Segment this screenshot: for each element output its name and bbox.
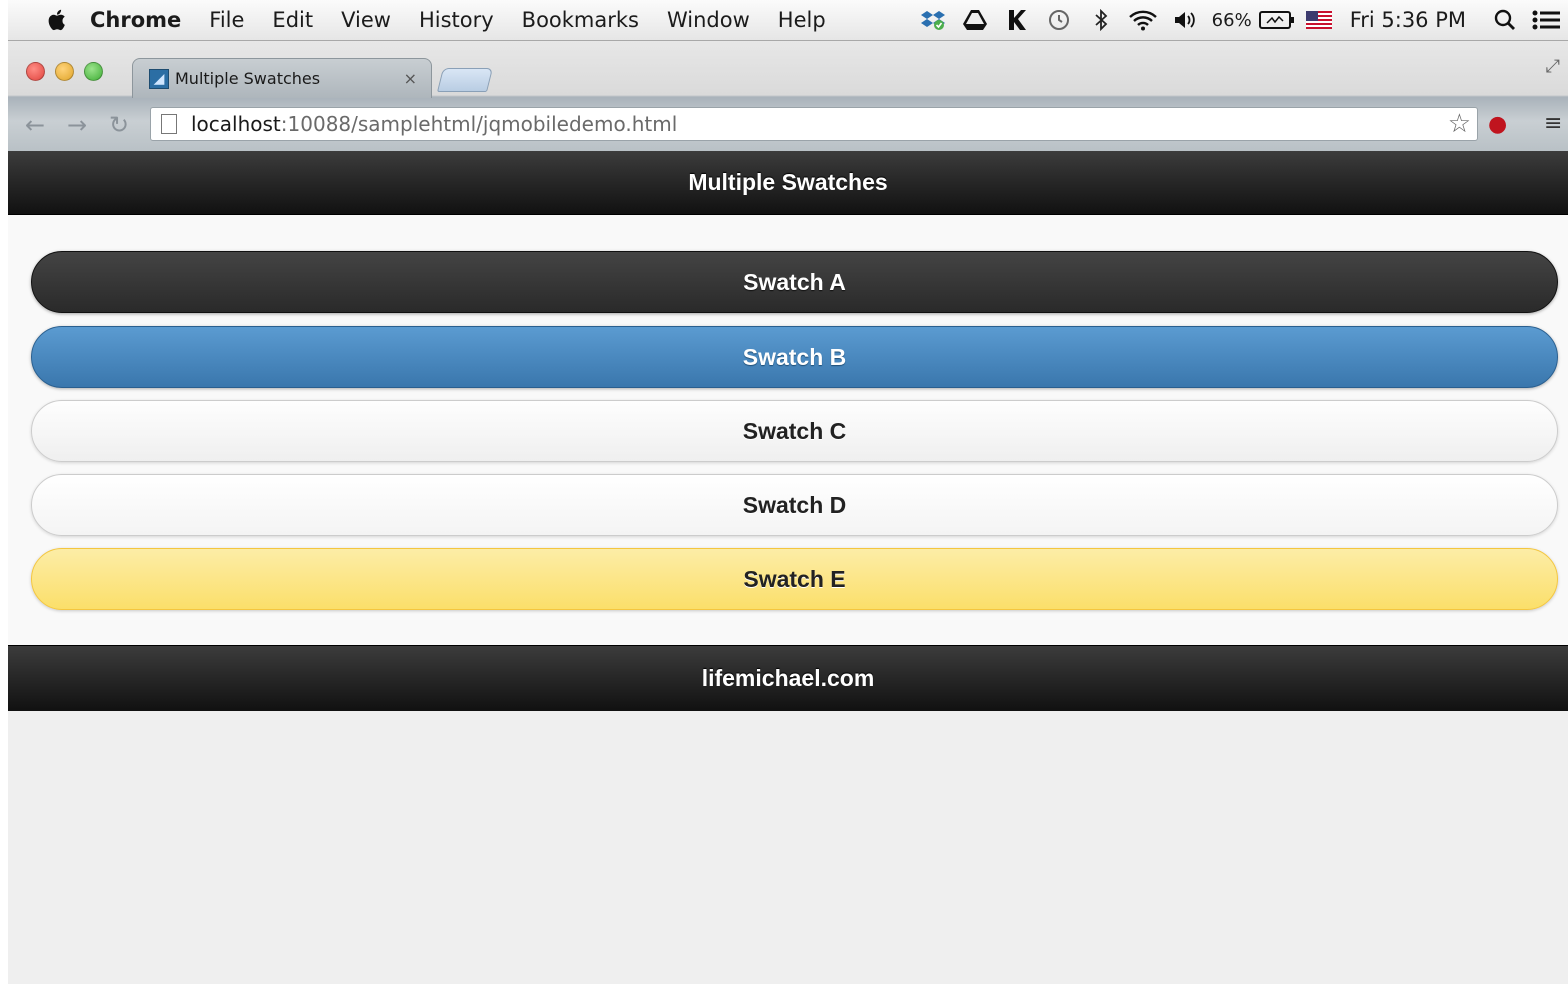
tab-close-icon[interactable]: ×: [404, 69, 417, 88]
browser-toolbar: ← → ↻ localhost:10088/samplehtml/jqmobil…: [8, 99, 1568, 151]
spotlight-search-icon[interactable]: [1484, 9, 1526, 31]
swatch-e-button[interactable]: Swatch E: [31, 548, 1558, 610]
bluetooth-icon[interactable]: [1080, 9, 1122, 31]
back-icon[interactable]: ←: [14, 111, 56, 139]
window-controls: [26, 62, 103, 81]
page-icon: [161, 114, 177, 134]
footer-text: lifemichael.com: [701, 665, 875, 691]
window-close-button[interactable]: [26, 62, 45, 81]
page-footer: lifemichael.com: [8, 645, 1568, 711]
reload-icon[interactable]: ↻: [98, 111, 140, 139]
apple-icon[interactable]: [34, 8, 82, 32]
clock[interactable]: Fri 5:36 PM: [1350, 8, 1466, 32]
us-flag-icon[interactable]: [1298, 11, 1340, 29]
menu-chrome[interactable]: Chrome: [82, 8, 195, 32]
new-tab-button[interactable]: [437, 68, 493, 92]
page-viewport: Multiple Swatches Swatch A Swatch B Swat…: [8, 151, 1568, 984]
battery-percent: 66%: [1211, 9, 1252, 31]
swatch-c-button[interactable]: Swatch C: [31, 400, 1558, 462]
google-drive-icon[interactable]: [954, 9, 996, 31]
menu-history[interactable]: History: [405, 8, 508, 32]
extension-icon[interactable]: ●: [1488, 112, 1507, 137]
dropbox-icon[interactable]: [912, 9, 954, 31]
window-zoom-button[interactable]: [84, 62, 103, 81]
volume-icon[interactable]: [1164, 9, 1206, 31]
k-app-icon[interactable]: [996, 9, 1038, 31]
page-title: Multiple Swatches: [688, 169, 888, 195]
screen-edge: [0, 0, 8, 984]
chrome-menu-icon[interactable]: ≡: [1544, 111, 1562, 136]
battery-icon[interactable]: [1256, 10, 1298, 30]
url-host: localhost: [191, 112, 281, 136]
menu-help[interactable]: Help: [764, 8, 840, 32]
swatch-b-button[interactable]: Swatch B: [31, 326, 1558, 388]
browser-chrome: ◢ Multiple Swatches × ⤢ ← → ↻ localhost:…: [8, 41, 1568, 151]
mac-menu-bar: Chrome File Edit View History Bookmarks …: [8, 0, 1568, 41]
menu-view[interactable]: View: [327, 8, 405, 32]
swatch-a-button[interactable]: Swatch A: [31, 251, 1558, 313]
menu-file[interactable]: File: [195, 8, 258, 32]
url-path: :10088/samplehtml/jqmobiledemo.html: [280, 112, 678, 136]
menu-window[interactable]: Window: [653, 8, 764, 32]
wifi-icon[interactable]: [1122, 9, 1164, 31]
status-area: 66% Fri 5:36 PM: [912, 8, 1568, 32]
bookmark-star-icon[interactable]: ☆: [1448, 109, 1471, 139]
tab-title: Multiple Swatches: [175, 69, 321, 88]
page-favicon-icon: ◢: [149, 68, 169, 89]
tab-multiple-swatches[interactable]: ◢ Multiple Swatches ×: [132, 58, 432, 98]
page-header: Multiple Swatches: [8, 151, 1568, 215]
menu-bookmarks[interactable]: Bookmarks: [508, 8, 653, 32]
fullscreen-icon[interactable]: ⤢: [1546, 56, 1560, 77]
page-content: Swatch A Swatch B Swatch C Swatch D Swat…: [8, 215, 1568, 645]
forward-icon[interactable]: →: [56, 111, 98, 139]
time-machine-icon[interactable]: [1038, 8, 1080, 32]
swatch-d-button[interactable]: Swatch D: [31, 474, 1558, 536]
menu-edit[interactable]: Edit: [258, 8, 327, 32]
address-bar[interactable]: localhost:10088/samplehtml/jqmobiledemo.…: [150, 107, 1478, 141]
notification-center-icon[interactable]: [1526, 9, 1568, 31]
window-minimize-button[interactable]: [55, 62, 74, 81]
